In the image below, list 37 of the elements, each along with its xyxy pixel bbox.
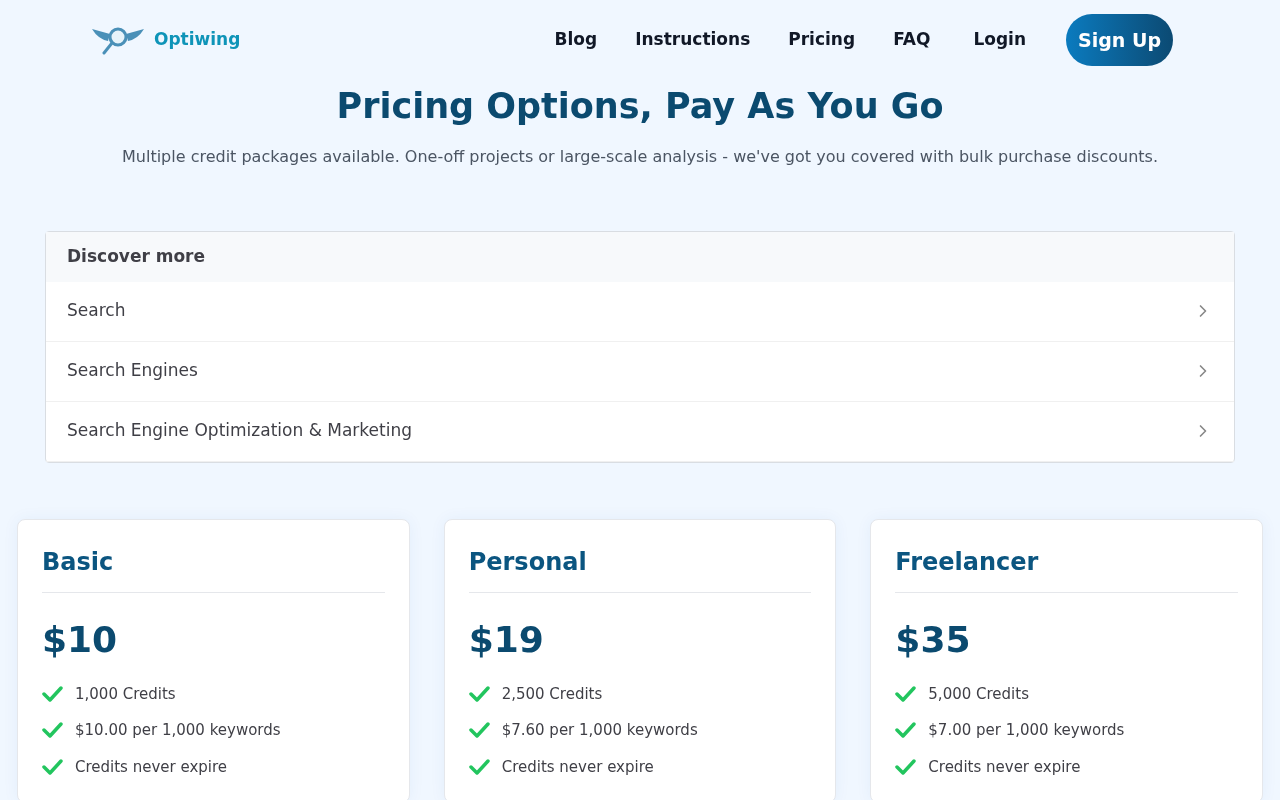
nav-link[interactable]: Pricing [788, 27, 856, 53]
discover-item[interactable]: Search [46, 281, 1234, 342]
check-icon [468, 758, 490, 775]
login-link[interactable]: Login [973, 27, 1027, 53]
nav-link[interactable]: Instructions [635, 27, 751, 53]
plan-price: $10 [42, 617, 119, 662]
plan-feature: 5,000 Credits [928, 683, 1029, 705]
plan-name: Personal [468, 543, 812, 593]
check-icon [895, 722, 917, 739]
check-icon [42, 722, 63, 739]
plan-feature: Credits never expire [75, 756, 228, 778]
nav-link[interactable]: Blog [554, 27, 598, 53]
discover-item[interactable]: Search Engines [46, 341, 1234, 402]
winged-magnifier-logo-icon [90, 25, 146, 55]
check-icon [468, 722, 490, 739]
discover-header: Discover more [46, 231, 1234, 282]
sign-up-button[interactable]: Sign Up [1066, 14, 1173, 66]
plan-feature: Credits never expire [928, 756, 1081, 778]
nav-link[interactable]: FAQ [893, 27, 931, 53]
check-icon [468, 685, 490, 702]
plan-feature: Credits never expire [501, 756, 654, 778]
plan-name: Freelancer [895, 543, 1238, 593]
plan-name: Basic [42, 543, 385, 593]
page-subheading: Multiple credit packages available. One-off projects or large-scale analysis - we've got you covered with bulk purchase discounts. [121, 145, 1159, 168]
plan-feature: 1,000 Credits [75, 683, 176, 705]
plan-feature: $7.00 per 1,000 keywords [928, 720, 1125, 741]
plan-feature: $7.60 per 1,000 keywords [501, 720, 698, 741]
discover-item[interactable]: Search Engine Optimization & Marketing [46, 401, 1234, 462]
page-heading: Pricing Options, Pay As You Go [335, 85, 945, 128]
check-icon [895, 685, 917, 702]
check-icon [42, 685, 63, 702]
check-icon [42, 758, 63, 775]
plan-price: $35 [895, 617, 972, 662]
plan-feature: 2,500 Credits [501, 683, 603, 705]
check-icon [895, 758, 917, 775]
plan-price: $19 [468, 617, 545, 662]
plan-feature: $10.00 per 1,000 keywords [75, 720, 281, 741]
